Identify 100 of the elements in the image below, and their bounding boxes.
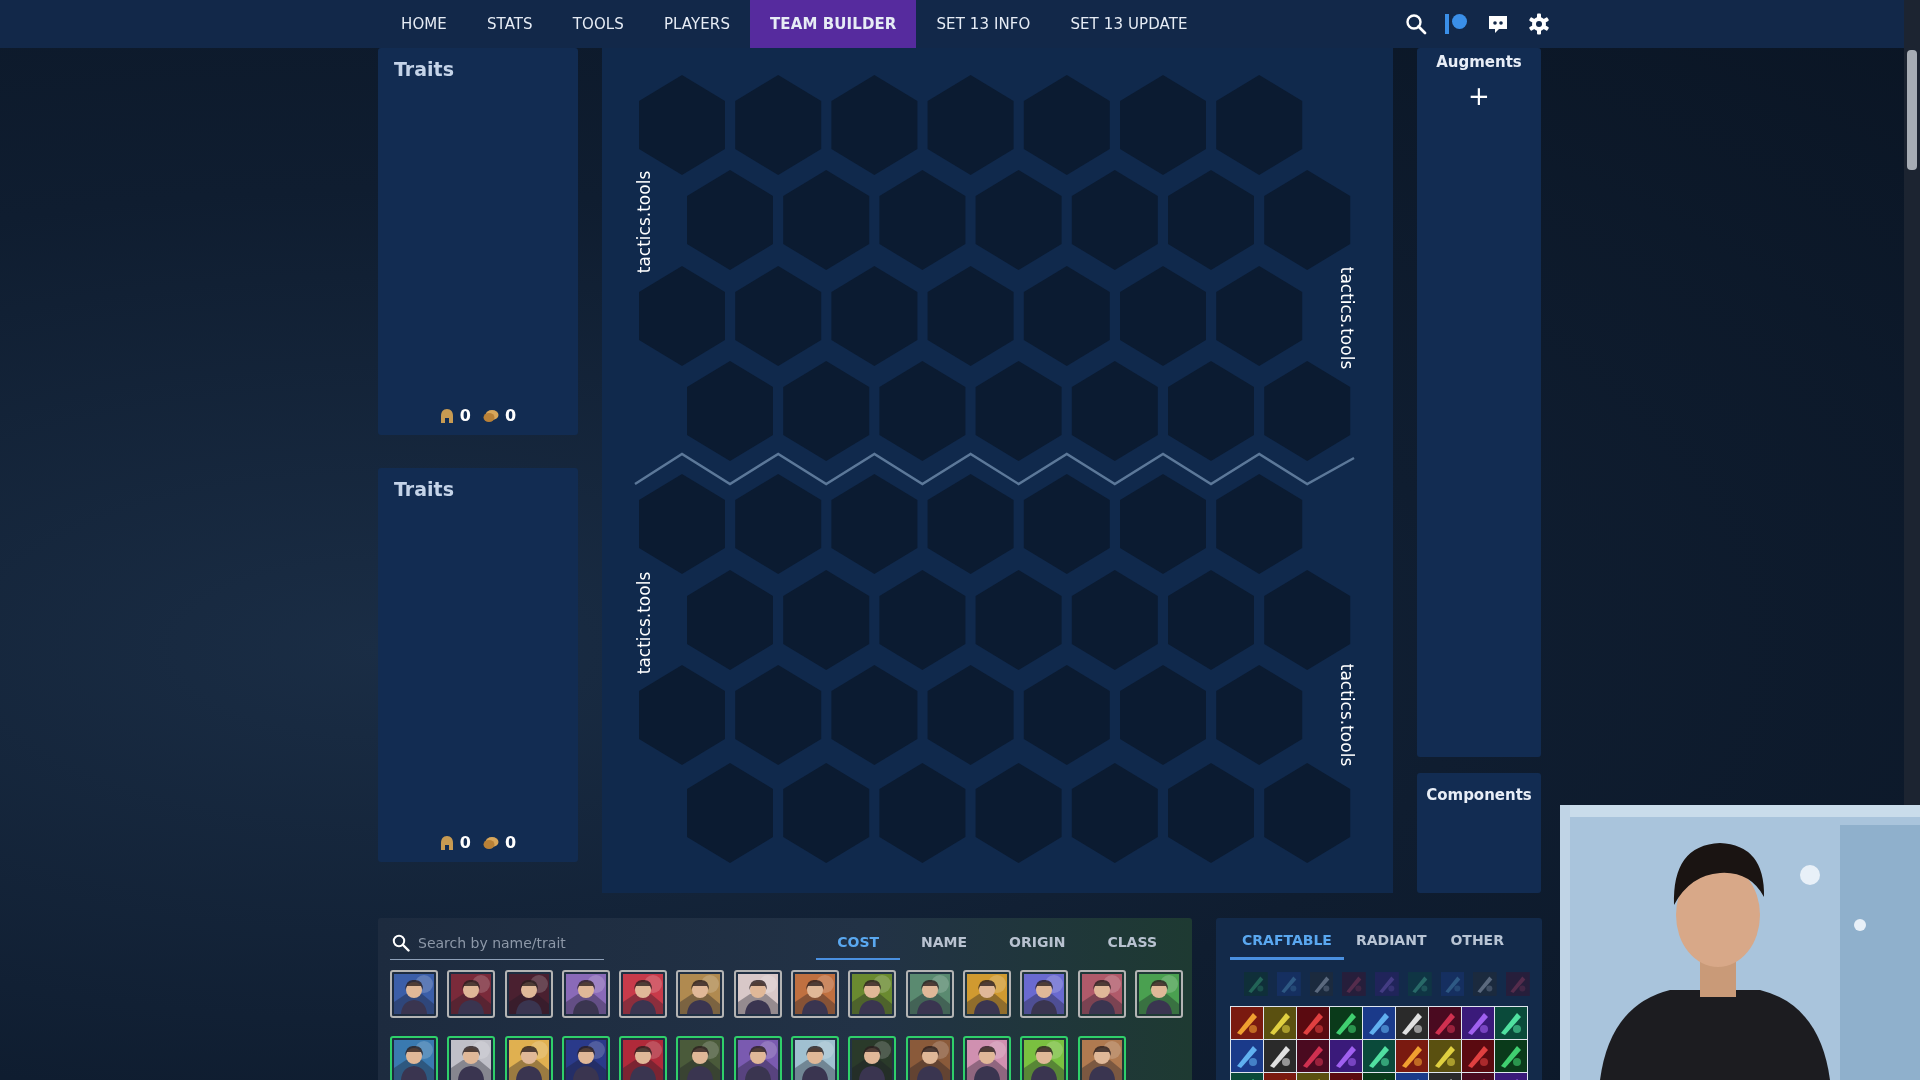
hex-slot[interactable]: [735, 665, 822, 765]
hex-slot[interactable]: [927, 474, 1014, 574]
nav-link[interactable]: TEAM BUILDER: [750, 0, 917, 48]
hex-slot[interactable]: [1216, 665, 1303, 765]
component-icon[interactable]: [1276, 972, 1301, 996]
champion-portrait[interactable]: [905, 1036, 954, 1080]
patron-icon[interactable]: [1445, 13, 1468, 35]
search-icon[interactable]: [1405, 13, 1427, 35]
hex-slot[interactable]: [927, 266, 1014, 366]
champion-portrait[interactable]: [1020, 1036, 1069, 1080]
champion-portrait[interactable]: [1077, 970, 1126, 1018]
champion-portrait[interactable]: [676, 970, 725, 1018]
champion-portrait[interactable]: [447, 970, 496, 1018]
sort-tab[interactable]: NAME: [900, 926, 989, 960]
hex-slot[interactable]: [687, 570, 773, 670]
champion-portrait[interactable]: [504, 1036, 553, 1080]
champion-portrait[interactable]: [390, 1036, 438, 1080]
champion-portrait[interactable]: [447, 1036, 496, 1080]
nav-link[interactable]: STATS: [466, 0, 553, 48]
settings-icon[interactable]: [1528, 13, 1550, 35]
hex-slot[interactable]: [1216, 75, 1303, 175]
component-icon[interactable]: [1440, 972, 1465, 996]
item-tab[interactable]: OTHER: [1438, 926, 1516, 960]
hex-slot[interactable]: [1168, 570, 1254, 670]
hex-slot[interactable]: [831, 75, 918, 175]
hex-slot[interactable]: [927, 75, 1014, 175]
hex-slot[interactable]: [1120, 75, 1206, 175]
hex-slot[interactable]: [1120, 266, 1206, 366]
champion-portrait[interactable]: [791, 1036, 840, 1080]
component-icon[interactable]: [1309, 972, 1334, 996]
champion-portrait[interactable]: [962, 970, 1011, 1018]
add-button[interactable]: +: [1464, 83, 1494, 109]
item-icon[interactable]: [1429, 1040, 1461, 1072]
hex-slot[interactable]: [687, 361, 773, 461]
hex-slot[interactable]: [1023, 266, 1110, 366]
search-field[interactable]: Search by name/trait: [390, 926, 604, 960]
hex-slot[interactable]: [879, 170, 966, 270]
hex-slot[interactable]: [975, 361, 1062, 461]
scrollbar-thumb[interactable]: [1907, 50, 1917, 170]
hex-slot[interactable]: [1071, 361, 1158, 461]
nav-link[interactable]: TOOLS: [552, 0, 644, 48]
hex-slot[interactable]: [1071, 570, 1158, 670]
hex-slot[interactable]: [687, 170, 773, 270]
item-icon[interactable]: [1495, 1040, 1527, 1072]
hex-slot[interactable]: [1168, 763, 1254, 863]
sort-tab[interactable]: COST: [816, 926, 901, 960]
item-icon[interactable]: [1264, 1007, 1296, 1039]
champion-portrait[interactable]: [619, 970, 668, 1018]
champion-portrait[interactable]: [561, 1036, 610, 1080]
hex-slot[interactable]: [639, 474, 725, 574]
hex-slot[interactable]: [831, 474, 918, 574]
hex-slot[interactable]: [783, 570, 870, 670]
item-tab[interactable]: CRAFTABLE: [1230, 926, 1344, 960]
component-icon[interactable]: [1506, 972, 1531, 996]
item-icon[interactable]: [1363, 1040, 1395, 1072]
hex-slot[interactable]: [1023, 474, 1110, 574]
item-icon[interactable]: [1495, 1007, 1527, 1039]
champion-portrait[interactable]: [791, 970, 840, 1018]
hex-slot[interactable]: [975, 570, 1062, 670]
champion-portrait[interactable]: [962, 1036, 1011, 1080]
hex-slot[interactable]: [1120, 665, 1206, 765]
hex-slot[interactable]: [735, 75, 822, 175]
hex-slot[interactable]: [1071, 170, 1158, 270]
hex-slot[interactable]: [831, 665, 918, 765]
component-icon[interactable]: [1375, 972, 1399, 996]
hex-slot[interactable]: [783, 763, 870, 863]
hex-slot[interactable]: [783, 170, 870, 270]
hex-slot[interactable]: [735, 474, 822, 574]
champion-portrait[interactable]: [561, 970, 610, 1018]
hex-slot[interactable]: [1120, 474, 1206, 574]
item-tab[interactable]: RADIANT: [1343, 926, 1439, 960]
hex-slot[interactable]: [1216, 474, 1303, 574]
champion-portrait[interactable]: [733, 970, 782, 1018]
champion-portrait[interactable]: [1134, 970, 1183, 1018]
champion-portrait[interactable]: [848, 1036, 897, 1080]
champion-portrait[interactable]: [676, 1036, 725, 1080]
champion-portrait[interactable]: [1077, 1036, 1126, 1080]
hex-slot[interactable]: [975, 170, 1062, 270]
hex-slot[interactable]: [1168, 170, 1254, 270]
sort-tab[interactable]: CLASS: [1086, 926, 1178, 960]
champion-portrait[interactable]: [1020, 970, 1069, 1018]
item-icon[interactable]: [1396, 1040, 1428, 1072]
hex-slot[interactable]: [1071, 763, 1158, 863]
nav-link[interactable]: SET 13 UPDATE: [1050, 0, 1208, 48]
item-icon[interactable]: [1231, 1007, 1263, 1039]
hex-slot[interactable]: [831, 266, 918, 366]
hex-slot[interactable]: [975, 763, 1062, 863]
item-icon[interactable]: [1330, 1007, 1362, 1039]
item-icon[interactable]: [1396, 1007, 1428, 1039]
component-icon[interactable]: [1473, 972, 1498, 996]
hex-slot[interactable]: [1168, 361, 1254, 461]
hex-slot[interactable]: [879, 763, 966, 863]
sort-tab[interactable]: ORIGIN: [988, 926, 1087, 960]
item-icon[interactable]: [1264, 1040, 1296, 1072]
hex-slot[interactable]: [1023, 665, 1110, 765]
hex-slot[interactable]: [783, 361, 870, 461]
hex-slot[interactable]: [735, 266, 822, 366]
champion-portrait[interactable]: [848, 970, 897, 1018]
champion-portrait[interactable]: [619, 1036, 668, 1080]
nav-link[interactable]: HOME: [381, 0, 467, 48]
